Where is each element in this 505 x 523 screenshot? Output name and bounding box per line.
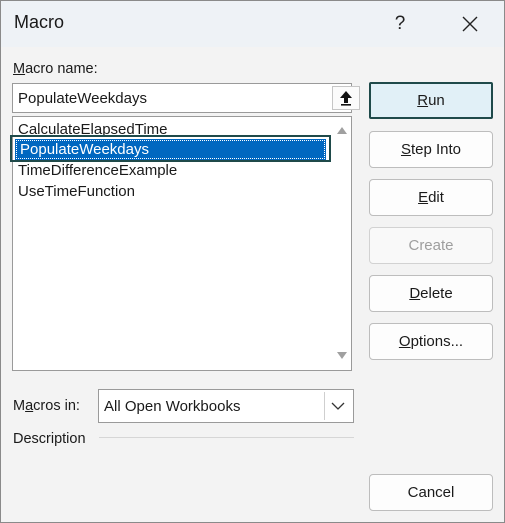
list-item-label: CalculateElapsedTime	[18, 121, 168, 138]
macro-list[interactable]: CalculateElapsedTime PopulateWeekdays Ti…	[12, 116, 352, 371]
macro-name-field[interactable]	[12, 83, 360, 113]
macros-in-value: All Open Workbooks	[104, 398, 241, 415]
list-item[interactable]: UseTimeFunction	[13, 181, 324, 202]
list-item-label: PopulateWeekdays	[20, 141, 149, 158]
list-item-label: TimeDifferenceExample	[18, 162, 178, 179]
triangle-down-icon	[337, 352, 347, 359]
upload-button[interactable]	[332, 86, 360, 110]
help-button[interactable]: ?	[383, 7, 417, 41]
macros-in-dropdown[interactable]: All Open Workbooks	[98, 389, 354, 423]
close-button[interactable]	[453, 7, 487, 41]
scroll-up-button[interactable]	[335, 123, 349, 137]
list-item-selected[interactable]: PopulateWeekdays	[15, 139, 326, 160]
dropdown-toggle[interactable]	[324, 392, 351, 420]
edit-button[interactable]: Edit	[369, 179, 493, 216]
cancel-button[interactable]: Cancel	[369, 474, 493, 511]
delete-button[interactable]: Delete	[369, 275, 493, 312]
list-item[interactable]: TimeDifferenceExample	[13, 160, 324, 181]
description-divider	[99, 437, 354, 438]
title-bar: Macro ?	[1, 1, 504, 47]
step-into-button[interactable]: Step Into	[369, 131, 493, 168]
macros-in-label: Macros in:	[13, 398, 80, 414]
window-title: Macro	[14, 12, 65, 32]
run-button[interactable]: Run	[369, 82, 493, 119]
close-icon	[462, 16, 478, 32]
list-item[interactable]: CalculateElapsedTime	[13, 119, 324, 140]
macro-name-label: Macro name:	[13, 61, 98, 77]
help-icon: ?	[394, 13, 406, 34]
triangle-up-icon	[337, 127, 347, 134]
list-item-label: UseTimeFunction	[18, 183, 135, 200]
macro-dialog: Macro ? Macro name: CalculateElapsedTime…	[0, 0, 505, 523]
description-label: Description	[13, 431, 86, 447]
upload-arrow-icon	[340, 91, 352, 106]
create-button: Create	[369, 227, 493, 264]
options-button[interactable]: Options...	[369, 323, 493, 360]
macro-name-input[interactable]	[18, 87, 318, 109]
chevron-down-icon	[331, 402, 345, 410]
scroll-down-button[interactable]	[335, 349, 349, 363]
